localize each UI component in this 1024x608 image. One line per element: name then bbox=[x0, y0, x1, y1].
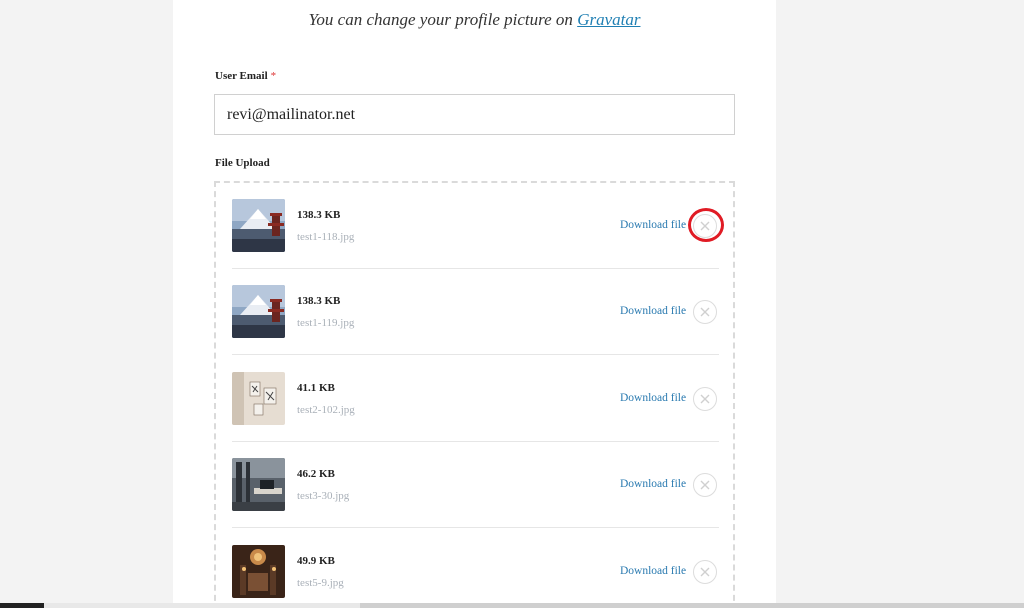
close-icon bbox=[700, 480, 710, 490]
download-file-link[interactable]: Download file bbox=[620, 392, 686, 404]
mountain-pagoda-image bbox=[232, 285, 285, 338]
file-thumbnail bbox=[232, 285, 285, 338]
file-row: 138.3 KB test1-119.jpg Download file bbox=[232, 269, 719, 355]
file-thumbnail bbox=[232, 372, 285, 425]
bottom-bar-segment bbox=[360, 603, 1024, 608]
gravatar-notice: You can change your profile picture on G… bbox=[173, 10, 776, 30]
lit-interior-image bbox=[232, 545, 285, 598]
file-name: test1-119.jpg bbox=[297, 317, 355, 329]
remove-file-button[interactable] bbox=[693, 300, 717, 324]
download-file-link[interactable]: Download file bbox=[620, 565, 686, 577]
file-size: 46.2 KB bbox=[297, 468, 335, 480]
file-size: 138.3 KB bbox=[297, 209, 341, 221]
gravatar-text: You can change your profile picture on bbox=[308, 10, 573, 29]
close-icon bbox=[700, 221, 710, 231]
profile-card: You can change your profile picture on G… bbox=[173, 0, 776, 608]
mountain-pagoda-image bbox=[232, 199, 285, 252]
file-row: 138.3 KB test1-118.jpg Download file bbox=[232, 183, 719, 269]
file-thumbnail bbox=[232, 199, 285, 252]
download-file-link[interactable]: Download file bbox=[620, 219, 686, 231]
gravatar-link[interactable]: Gravatar bbox=[577, 10, 640, 29]
office-desk-image bbox=[232, 458, 285, 511]
close-icon bbox=[700, 394, 710, 404]
download-file-link[interactable]: Download file bbox=[620, 305, 686, 317]
file-name: test1-118.jpg bbox=[297, 231, 355, 243]
file-upload-dropzone[interactable]: 138.3 KB test1-118.jpg Download file 138… bbox=[214, 181, 735, 608]
art-wall-image bbox=[232, 372, 285, 425]
file-name: test2-102.jpg bbox=[297, 404, 355, 416]
remove-file-button[interactable] bbox=[693, 473, 717, 497]
file-row: 46.2 KB test3-30.jpg Download file bbox=[232, 442, 719, 528]
file-thumbnail bbox=[232, 545, 285, 598]
file-upload-label: File Upload bbox=[215, 157, 270, 169]
file-size: 49.9 KB bbox=[297, 555, 335, 567]
file-row: 41.1 KB test2-102.jpg Download file bbox=[232, 356, 719, 442]
download-file-link[interactable]: Download file bbox=[620, 478, 686, 490]
close-icon bbox=[700, 567, 710, 577]
file-name: test3-30.jpg bbox=[297, 490, 350, 502]
user-email-label: User Email * bbox=[215, 70, 277, 82]
remove-file-button[interactable] bbox=[693, 214, 717, 238]
bottom-bar-segment bbox=[0, 603, 44, 608]
file-name: test5-9.jpg bbox=[297, 577, 344, 589]
user-email-input[interactable] bbox=[214, 94, 735, 135]
file-thumbnail bbox=[232, 458, 285, 511]
remove-file-button[interactable] bbox=[693, 560, 717, 584]
bottom-bar bbox=[0, 603, 1024, 608]
file-size: 138.3 KB bbox=[297, 295, 341, 307]
file-size: 41.1 KB bbox=[297, 382, 335, 394]
remove-file-button[interactable] bbox=[693, 387, 717, 411]
close-icon bbox=[700, 307, 710, 317]
required-marker: * bbox=[270, 70, 277, 82]
file-row: 49.9 KB test5-9.jpg Download file bbox=[232, 529, 719, 608]
